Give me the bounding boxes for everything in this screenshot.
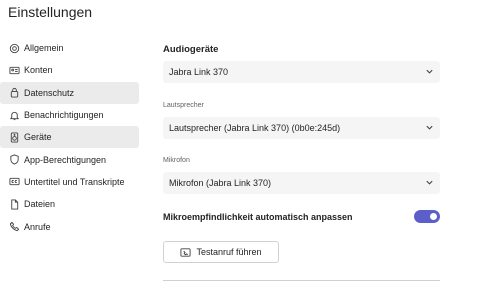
sidebar-item-label: Geräte xyxy=(24,132,52,143)
chevron-down-icon xyxy=(425,123,434,134)
sidebar-item-geraete[interactable]: Geräte xyxy=(0,126,139,149)
section-title-audiogeraete: Audiogeräte xyxy=(163,44,219,55)
speaker-icon xyxy=(8,131,20,143)
sidebar-item-benachrichtigungen[interactable]: Benachrichtigungen xyxy=(0,104,139,126)
test-call-button[interactable]: Testanruf führen xyxy=(163,241,279,263)
id-card-icon xyxy=(8,64,20,76)
sidebar-item-label: Untertitel und Transkripte xyxy=(24,176,125,187)
bell-icon xyxy=(8,109,20,121)
sidebar-item-anrufe[interactable]: Anrufe xyxy=(0,215,139,237)
phone-icon xyxy=(8,221,20,233)
test-call-icon xyxy=(180,247,192,257)
settings-sidebar: Allgemein Konten Datenschutz Benachricht… xyxy=(0,37,139,238)
sidebar-item-app-berechtigungen[interactable]: App-Berechtigungen xyxy=(0,148,139,170)
microphone-select[interactable]: Mikrofon (Jabra Link 370) xyxy=(163,172,440,194)
auto-adjust-toggle[interactable] xyxy=(414,210,440,223)
sidebar-item-label: Datenschutz xyxy=(24,87,75,98)
chevron-down-icon xyxy=(425,67,434,78)
closed-captions-icon xyxy=(8,176,20,188)
sidebar-item-allgemein[interactable]: Allgemein xyxy=(0,37,139,59)
sidebar-item-label: Anrufe xyxy=(24,221,51,232)
speaker-label: Lautsprecher xyxy=(163,102,204,109)
sidebar-item-untertitel[interactable]: Untertitel und Transkripte xyxy=(0,171,139,193)
gear-icon xyxy=(8,42,20,54)
microphone-value: Mikrofon (Jabra Link 370) xyxy=(169,178,272,188)
toggle-knob xyxy=(430,213,437,220)
test-call-label: Testanruf führen xyxy=(196,247,262,257)
sidebar-item-label: App-Berechtigungen xyxy=(24,154,107,165)
sidebar-item-label: Allgemein xyxy=(24,43,64,54)
shield-icon xyxy=(8,154,20,166)
chevron-down-icon xyxy=(425,178,434,189)
audio-device-select[interactable]: Jabra Link 370 xyxy=(163,61,440,83)
speaker-select[interactable]: Lautsprecher (Jabra Link 370) (0b0e:245d… xyxy=(163,117,440,139)
auto-adjust-row: Mikroempfindlichkeit automatisch anpasse… xyxy=(163,210,440,223)
sidebar-item-label: Konten xyxy=(24,65,53,76)
sidebar-item-label: Dateien xyxy=(24,199,56,210)
lock-icon xyxy=(8,87,20,99)
document-icon xyxy=(8,198,20,210)
speaker-value: Lautsprecher (Jabra Link 370) (0b0e:245d… xyxy=(169,123,341,133)
sidebar-item-datenschutz[interactable]: Datenschutz xyxy=(0,81,139,104)
auto-adjust-label: Mikroempfindlichkeit automatisch anpasse… xyxy=(163,211,353,222)
audio-device-value: Jabra Link 370 xyxy=(169,67,229,77)
sidebar-item-label: Benachrichtigungen xyxy=(24,110,104,121)
sidebar-item-dateien[interactable]: Dateien xyxy=(0,193,139,215)
sidebar-item-konten[interactable]: Konten xyxy=(0,59,139,81)
microphone-label: Mikrofon xyxy=(163,157,190,164)
divider xyxy=(163,280,440,281)
page-title: Einstellungen xyxy=(8,4,93,20)
